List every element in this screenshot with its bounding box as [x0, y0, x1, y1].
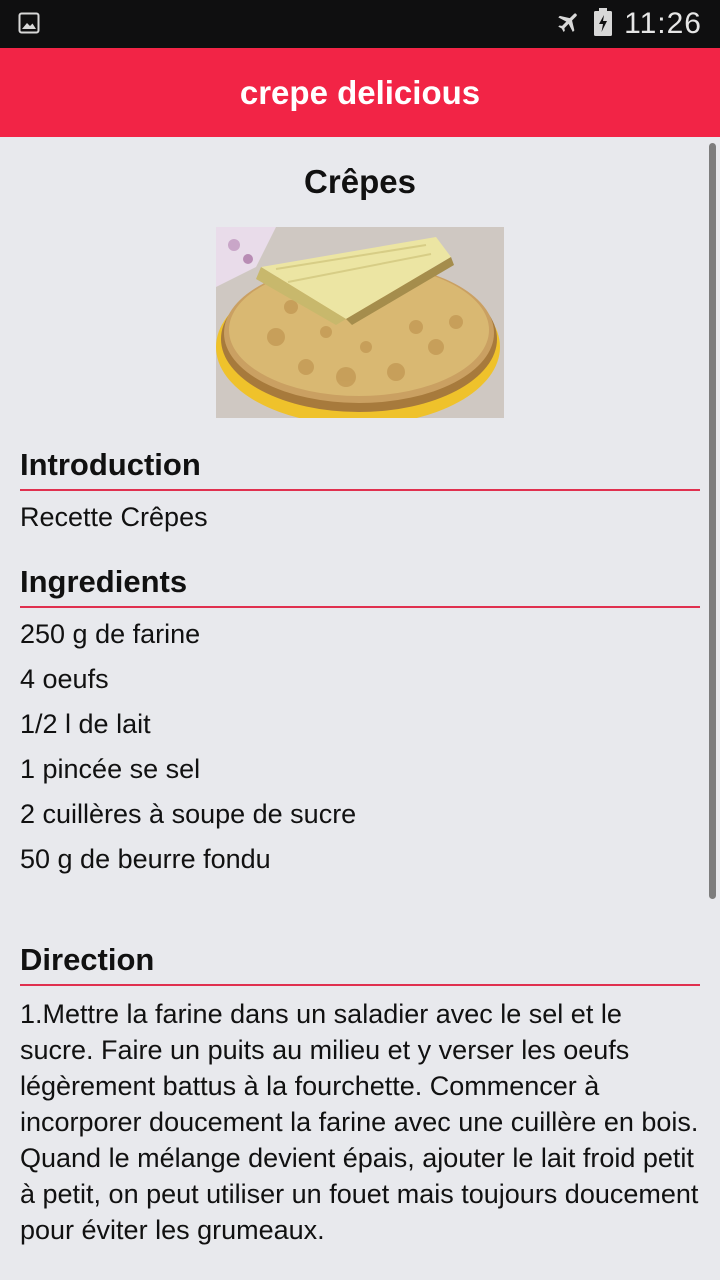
direction-text: 1.Mettre la farine dans un saladier avec… [20, 999, 699, 1245]
ingredients-section: Ingredients 250 g de farine 4 oeufs 1/2 … [20, 562, 700, 882]
airplane-mode-icon [556, 9, 582, 40]
recipe-title: Crêpes [304, 163, 416, 200]
app-bar: crepe delicious [0, 48, 720, 137]
crepes-image [216, 227, 504, 425]
direction-section: Direction 1.Mettre la farine dans un sal… [20, 940, 700, 1248]
status-time: 11:26 [624, 7, 702, 40]
image-notification-icon [18, 12, 40, 34]
ingredients-heading: Ingredients [20, 564, 188, 599]
direction-divider [20, 984, 700, 986]
ingredient-item: 1/2 l de lait [20, 709, 151, 739]
ingredient-item: 50 g de beurre fondu [20, 844, 271, 874]
ingredient-item: 2 cuillères à soupe de sucre [20, 799, 357, 829]
status-bar: 11:26 [0, 0, 720, 48]
ingredient-item: 250 g de farine [20, 619, 201, 649]
recipe-scroll-view[interactable]: Crêpes Introduction Recette Crêpes Ingre… [0, 137, 720, 1280]
introduction-heading: Introduction [20, 447, 201, 482]
battery-charging-icon [594, 7, 613, 41]
direction-heading: Direction [20, 942, 155, 977]
app-title: crepe delicious [239, 73, 481, 111]
introduction-divider [20, 489, 700, 491]
ingredient-item: 4 oeufs [20, 664, 109, 694]
introduction-section: Introduction Recette Crêpes [20, 445, 700, 540]
ingredients-divider [20, 606, 700, 608]
introduction-text: Recette Crêpes [20, 502, 208, 532]
ingredient-item: 1 pincée se sel [20, 754, 201, 784]
ingredients-list: 250 g de farine 4 oeufs 1/2 l de lait 1 … [20, 612, 700, 882]
scrollbar[interactable] [709, 143, 716, 899]
